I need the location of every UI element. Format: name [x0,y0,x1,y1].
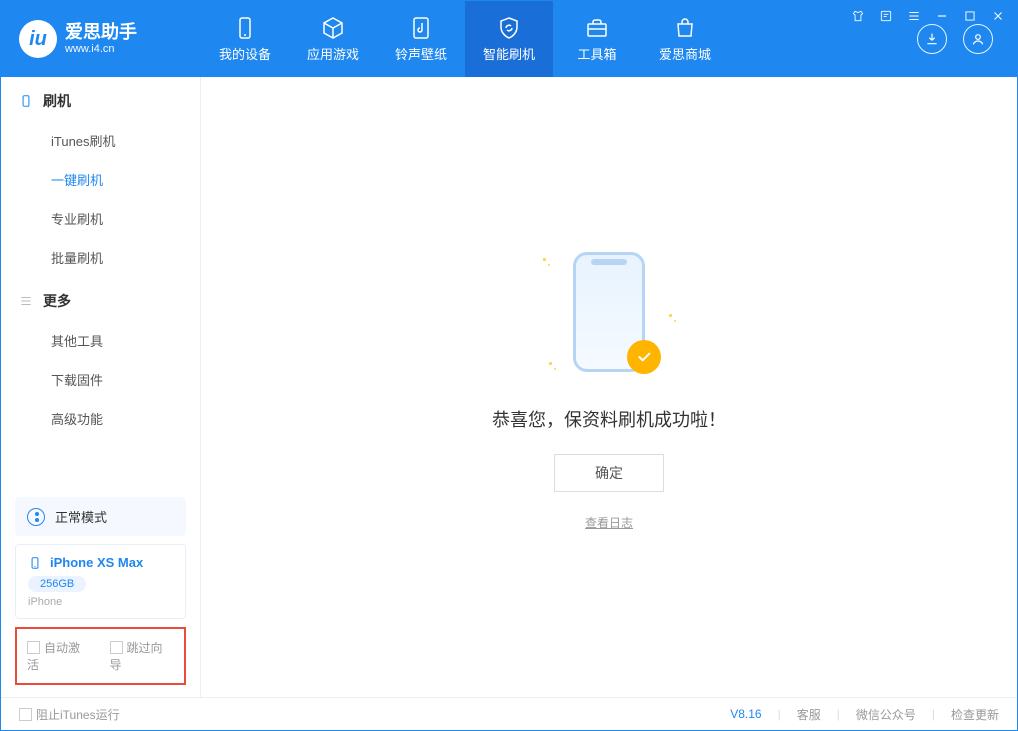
check-badge-icon [627,340,661,374]
sparkle-icon [543,258,551,266]
phone-small-icon [19,94,33,108]
nav-tab-ringtone[interactable]: 铃声壁纸 [377,1,465,77]
download-button[interactable] [917,24,947,54]
sparkle-icon [549,362,557,370]
download-icon [924,31,940,47]
nav-label: 工具箱 [577,44,616,63]
phone-icon [233,16,257,40]
main-content: 恭喜您，保资料刷机成功啦！ 确定 查看日志 [201,77,1017,697]
nav-label: 铃声壁纸 [395,44,447,63]
nav-tab-toolbox[interactable]: 工具箱 [553,1,641,77]
sidebar-item-pro-flash[interactable]: 专业刷机 [1,199,200,238]
footer-link-service[interactable]: 客服 [797,706,821,723]
mode-card[interactable]: 正常模式 [15,497,186,536]
shirt-icon[interactable] [851,9,865,23]
checkbox-icon [110,641,123,654]
nav-label: 应用游戏 [307,44,359,63]
device-name: iPhone XS Max [50,555,143,570]
nav-label: 爱思商城 [659,44,711,63]
header: iu 爱思助手 www.i4.cn 我的设备 应用游戏 铃声壁纸 智能刷机 工具… [1,1,1017,77]
maximize-icon[interactable] [963,9,977,23]
window-controls [851,9,1005,23]
footer-link-update[interactable]: 检查更新 [951,706,999,723]
view-log-link[interactable]: 查看日志 [585,514,633,531]
nav-tab-flash[interactable]: 智能刷机 [465,1,553,77]
main-nav: 我的设备 应用游戏 铃声壁纸 智能刷机 工具箱 爱思商城 [201,1,729,77]
device-capacity: 256GB [28,576,86,592]
list-icon [19,294,33,308]
footer: 阻止iTunes运行 V8.16 | 客服 | 微信公众号 | 检查更新 [1,697,1017,730]
device-phone-icon [28,556,42,570]
close-icon[interactable] [991,9,1005,23]
nav-tab-apps[interactable]: 应用游戏 [289,1,377,77]
mode-label: 正常模式 [55,507,107,526]
logo-area: iu 爱思助手 www.i4.cn [1,1,201,77]
footer-link-wechat[interactable]: 微信公众号 [856,706,916,723]
body: 刷机 iTunes刷机 一键刷机 专业刷机 批量刷机 更多 其他工具 下载固件 … [1,77,1017,697]
menu-icon[interactable] [907,9,921,23]
footer-right: V8.16 | 客服 | 微信公众号 | 检查更新 [730,706,999,723]
sidebar: 刷机 iTunes刷机 一键刷机 专业刷机 批量刷机 更多 其他工具 下载固件 … [1,77,201,697]
checkbox-block-itunes[interactable]: 阻止iTunes运行 [19,706,120,723]
options-box: 自动激活 跳过向导 [15,627,186,685]
device-card[interactable]: iPhone XS Max 256GB iPhone [15,544,186,619]
logo-text: 爱思助手 www.i4.cn [65,23,137,55]
feedback-icon[interactable] [879,9,893,23]
mode-icon [27,508,45,526]
checkbox-icon [19,708,32,721]
footer-left: 阻止iTunes运行 [19,706,120,723]
sidebar-category-more: 更多 [1,277,200,321]
sidebar-item-download-firmware[interactable]: 下载固件 [1,360,200,399]
nav-label: 我的设备 [219,44,271,63]
minimize-icon[interactable] [935,9,949,23]
success-message: 恭喜您，保资料刷机成功啦！ [492,406,726,432]
device-type: iPhone [28,596,173,608]
user-icon [970,31,986,47]
toolbox-icon [585,16,609,40]
sidebar-item-other-tools[interactable]: 其他工具 [1,321,200,360]
sidebar-category-flash: 刷机 [1,77,200,121]
success-illustration [539,244,679,384]
nav-tab-device[interactable]: 我的设备 [201,1,289,77]
nav-tab-store[interactable]: 爱思商城 [641,1,729,77]
user-button[interactable] [963,24,993,54]
sidebar-item-oneclick-flash[interactable]: 一键刷机 [1,160,200,199]
sidebar-bottom: 正常模式 iPhone XS Max 256GB iPhone 自动激活 跳过向… [1,489,200,697]
cube-icon [321,16,345,40]
sidebar-item-batch-flash[interactable]: 批量刷机 [1,238,200,277]
checkbox-icon [27,641,40,654]
app-url: www.i4.cn [65,43,137,55]
app-title: 爱思助手 [65,23,137,43]
shield-refresh-icon [497,16,521,40]
sparkle-icon [669,314,677,322]
music-file-icon [409,16,433,40]
sidebar-item-advanced[interactable]: 高级功能 [1,399,200,438]
bag-icon [673,16,697,40]
ok-button[interactable]: 确定 [554,454,664,492]
checkbox-skip-guide[interactable]: 跳过向导 [110,639,175,673]
app-logo-icon: iu [19,20,57,58]
checkbox-auto-activate[interactable]: 自动激活 [27,639,92,673]
version-label: V8.16 [730,707,761,721]
nav-label: 智能刷机 [483,44,535,63]
sidebar-item-itunes-flash[interactable]: iTunes刷机 [1,121,200,160]
